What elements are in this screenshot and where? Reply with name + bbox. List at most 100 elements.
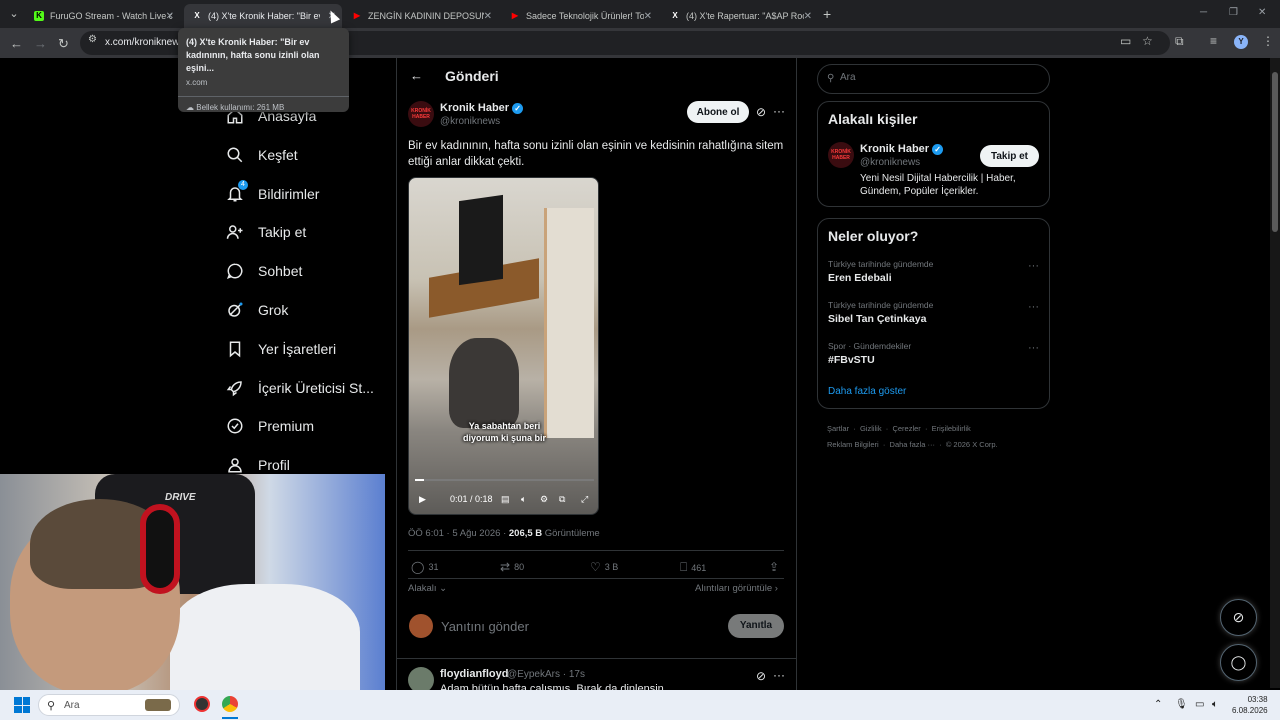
grok-icon[interactable]: ⊘: [756, 105, 766, 119]
more-icon[interactable]: ···: [1028, 301, 1039, 313]
reply-author-handle[interactable]: @EypekArs · 17s: [507, 669, 585, 680]
show-more-link[interactable]: Daha fazla göster: [828, 386, 906, 397]
close-icon[interactable]: ✕: [166, 11, 174, 22]
sidebar-item-grok[interactable]: Grok: [226, 295, 288, 325]
reading-list-icon[interactable]: ≡: [1210, 34, 1217, 48]
new-tab-button[interactable]: +: [823, 6, 831, 22]
tooltip-domain: x.com: [186, 78, 208, 87]
author-avatar[interactable]: KRONİK HABER: [408, 101, 434, 127]
bookmark-icon: ⎕: [680, 560, 688, 574]
person-name[interactable]: Kronik Haber ✓: [860, 143, 944, 155]
display-icon[interactable]: ▭: [1195, 699, 1204, 710]
youtube-icon: ▶: [353, 11, 361, 20]
settings-icon[interactable]: ⚙: [540, 494, 548, 505]
close-icon[interactable]: ✕: [644, 11, 652, 22]
page-scrollbar[interactable]: [1270, 58, 1280, 688]
sidebar-item-notifications[interactable]: 4 Bildirimler: [226, 179, 319, 209]
more-icon[interactable]: ···: [1028, 342, 1039, 354]
footer-link-cookies[interactable]: Çerezler: [892, 424, 920, 433]
volume-icon[interactable]: 🔈︎: [1212, 699, 1218, 710]
extensions-icon[interactable]: ⧉: [1175, 34, 1184, 49]
footer-link-privacy[interactable]: Gizlilik: [860, 424, 882, 433]
post-video[interactable]: Ya sabahtan beri diyorum ki şuna bir ▶ 0…: [408, 177, 599, 515]
close-icon[interactable]: ✕: [484, 11, 492, 22]
footer-link-terms[interactable]: Şartlar: [827, 424, 849, 433]
taskbar-clock[interactable]: 03:38 6.08.2026: [1232, 694, 1268, 716]
windows-start-icon[interactable]: [14, 697, 30, 713]
tab-teknolojik[interactable]: ▶ Sadece Teknolojik Ürünler! Topl ✕: [502, 4, 658, 28]
sidebar-item-explore[interactable]: Keşfet: [226, 140, 298, 170]
url-text[interactable]: x.com/kroniknews: [105, 37, 184, 48]
cast-icon[interactable]: ▭: [1120, 34, 1131, 48]
app-icon[interactable]: [194, 696, 210, 712]
repost-action[interactable]: ⇄ 80: [500, 560, 524, 574]
scrollbar-thumb[interactable]: [1272, 72, 1278, 232]
view-quotes-link[interactable]: Alıntıları görüntüle ›: [695, 583, 778, 594]
person-avatar[interactable]: KRONİK HABER: [828, 142, 854, 168]
more-icon[interactable]: ···: [773, 668, 785, 682]
grok-icon[interactable]: ⊘: [756, 669, 766, 683]
site-info-icon[interactable]: ⚙: [88, 34, 97, 45]
reply-action[interactable]: ◯ 31: [411, 560, 438, 574]
fullscreen-icon[interactable]: ⤢: [581, 494, 588, 505]
reply-button[interactable]: Yanıtla: [728, 614, 784, 638]
back-icon[interactable]: ←: [10, 36, 23, 51]
pip-icon[interactable]: ⧉: [559, 494, 565, 505]
sidebar-item-follow[interactable]: Takip et: [226, 217, 306, 247]
more-icon[interactable]: ···: [773, 104, 785, 118]
share-action[interactable]: ⇪: [769, 560, 783, 574]
divider: [408, 578, 784, 579]
taskbar-search[interactable]: ⚲ Ara: [38, 694, 180, 716]
reply-author-name[interactable]: floydianfloyd: [440, 668, 508, 680]
profile-avatar[interactable]: Y: [1234, 35, 1248, 49]
forward-icon[interactable]: →: [34, 36, 47, 51]
restore-icon[interactable]: ❐: [1229, 7, 1238, 18]
bookmark-star-icon[interactable]: ☆: [1142, 34, 1153, 48]
like-action[interactable]: ♡ 3 B: [590, 560, 618, 574]
footer-link-more[interactable]: Daha fazla ···: [890, 440, 935, 449]
follow-button[interactable]: Takip et: [980, 145, 1039, 167]
window-close-icon[interactable]: ✕: [1258, 7, 1266, 18]
tab-search-icon[interactable]: ⌄: [6, 6, 22, 22]
my-avatar[interactable]: [409, 614, 433, 638]
tooltip-memory: ☁ Bellek kullanımı: 261 MB: [186, 103, 341, 112]
menu-icon[interactable]: ⋮: [1262, 34, 1274, 48]
post-timestamp[interactable]: ÖÖ 6:01 · 5 Ağu 2026 ·: [408, 528, 509, 539]
tab-zengin-kadin[interactable]: ▶ ZENGİN KADININ DEPOSUNU ✕: [344, 4, 498, 28]
bookmark-action[interactable]: ⎕ 461: [680, 560, 706, 575]
video-progress-bar[interactable]: [415, 479, 594, 481]
back-arrow-icon[interactable]: ←: [410, 68, 423, 83]
reply-input[interactable]: Yanıtını gönder: [441, 619, 529, 634]
footer-link-accessibility[interactable]: Erişilebilirlik: [932, 424, 971, 433]
footer-link-ads[interactable]: Reklam Bilgileri: [827, 440, 879, 449]
tab-rapertuar[interactable]: X (4) X'te Rapertuar: "A$AP Rocky ✕: [662, 4, 818, 28]
sidebar-item-creator-studio[interactable]: İçerik Üreticisi St...: [226, 373, 374, 403]
sort-dropdown[interactable]: Alakalı ⌄: [408, 583, 447, 594]
chrome-icon[interactable]: [222, 696, 238, 712]
subscribe-button[interactable]: Abone ol: [687, 101, 749, 123]
close-icon[interactable]: ✕: [804, 11, 812, 22]
author-handle[interactable]: @kroniknews: [440, 116, 500, 127]
search-box[interactable]: ⚲: [817, 64, 1050, 94]
microphone-icon[interactable]: 🎙︎: [1175, 699, 1188, 710]
search-input[interactable]: [840, 72, 1040, 83]
reply-count: 31: [428, 562, 439, 572]
sidebar-item-label: Grok: [258, 302, 289, 318]
author-name[interactable]: Kronik Haber ✓: [440, 102, 524, 114]
grok-fab-button[interactable]: ⊘: [1220, 599, 1257, 636]
reload-icon[interactable]: ↻: [58, 36, 69, 52]
person-handle[interactable]: @kroniknews: [860, 157, 920, 168]
trend-category: Spor · Gündemdekiler: [828, 341, 912, 351]
tab-furugo[interactable]: K FuruGO Stream - Watch Live or ✕: [26, 4, 180, 28]
play-icon[interactable]: ▶: [419, 494, 426, 505]
tray-chevron-icon[interactable]: ⌃: [1154, 699, 1162, 710]
sidebar-item-premium[interactable]: Premium: [226, 411, 314, 441]
volume-icon[interactable]: 🔈︎: [521, 494, 526, 505]
sidebar-item-bookmarks[interactable]: Yer İşaretleri: [226, 334, 336, 364]
captions-icon[interactable]: ▤: [501, 494, 510, 505]
messages-fab-button[interactable]: ◯: [1220, 644, 1257, 681]
sidebar-item-chat[interactable]: Sohbet: [226, 256, 302, 286]
tab-kronik-haber[interactable]: X (4) X'te Kronik Haber: "Bir ev ka ✕: [184, 4, 342, 28]
minimize-icon[interactable]: ─: [1200, 7, 1207, 18]
more-icon[interactable]: ···: [1028, 260, 1039, 272]
